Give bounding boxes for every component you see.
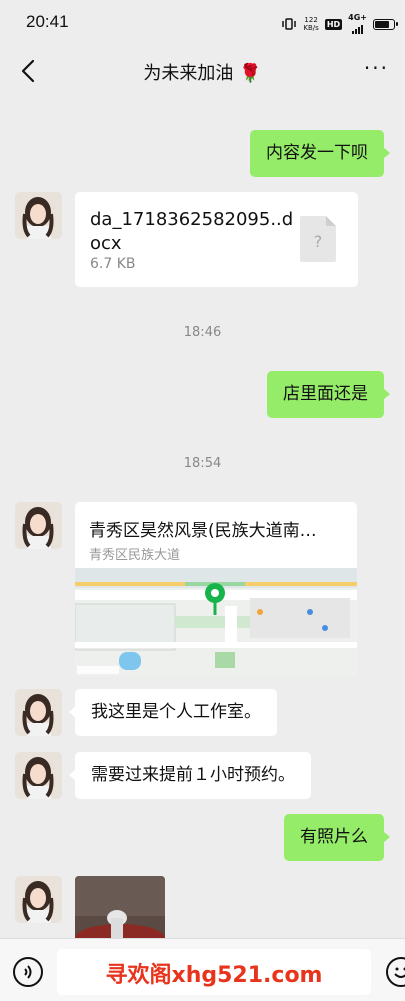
message-bubble-received[interactable]: 我这里是个人工作室。 (75, 689, 277, 736)
message-list[interactable]: 内容发一下呗 da_1718362582095..docx 6.7 KB ? 1… (0, 96, 405, 938)
avatar[interactable] (15, 876, 62, 923)
network-type: 4G+ (348, 14, 367, 22)
signal-bars-icon (352, 22, 363, 34)
photo-message[interactable] (75, 876, 165, 938)
avatar[interactable] (15, 192, 62, 239)
signal-indicator: 4G+ (348, 14, 367, 34)
message-bubble-sent[interactable]: 店里面还是 (267, 371, 384, 418)
location-title: 青秀区昊然风景(民族大道南… (89, 516, 345, 541)
emoji-button[interactable] (386, 957, 405, 987)
message-bubble-sent[interactable]: 有照片么 (284, 814, 384, 861)
battery-icon (373, 19, 395, 30)
message-bubble-sent[interactable]: 内容发一下呗 (250, 130, 384, 177)
document-icon: ? (300, 216, 336, 262)
message-timestamp: 18:54 (0, 456, 405, 471)
voice-input-button[interactable] (13, 957, 43, 987)
status-icons: 122 KB/s HD 4G+ (281, 14, 395, 34)
network-speed: 122 KB/s (303, 16, 318, 32)
more-icon[interactable]: ··· (364, 56, 389, 80)
file-message[interactable]: da_1718362582095..docx 6.7 KB ? (75, 192, 358, 287)
voice-icon (15, 959, 41, 985)
network-speed-value: 122 (303, 16, 318, 24)
input-bar: 寻欢阁xhg521.com (0, 938, 405, 1001)
message-bubble-received[interactable]: 需要过来提前１小时预约。 (75, 752, 311, 799)
map-thumbnail (75, 568, 357, 676)
avatar[interactable] (15, 752, 62, 799)
location-address: 青秀区民族大道 (89, 544, 180, 563)
status-bar: 20:41 122 KB/s HD 4G+ (0, 0, 405, 46)
chat-title: 为未来加油 🌹 (0, 59, 405, 85)
battery-level (375, 21, 389, 28)
avatar[interactable] (15, 502, 62, 549)
message-timestamp: 18:46 (0, 325, 405, 340)
svg-text:?: ? (314, 232, 323, 251)
chat-header: 为未来加油 🌹 ··· (0, 46, 405, 96)
file-size: 6.7 KB (90, 256, 136, 272)
watermark-overlay: 寻欢阁xhg521.com (57, 957, 371, 989)
hd-badge: HD (325, 19, 342, 30)
avatar[interactable] (15, 689, 62, 736)
vibrate-icon (281, 18, 297, 30)
status-time: 20:41 (26, 12, 69, 32)
location-message[interactable]: 青秀区昊然风景(民族大道南… 青秀区民族大道 (75, 502, 357, 676)
network-speed-unit: KB/s (303, 24, 318, 32)
file-name: da_1718362582095..docx (90, 208, 300, 256)
emoji-icon (388, 959, 405, 985)
